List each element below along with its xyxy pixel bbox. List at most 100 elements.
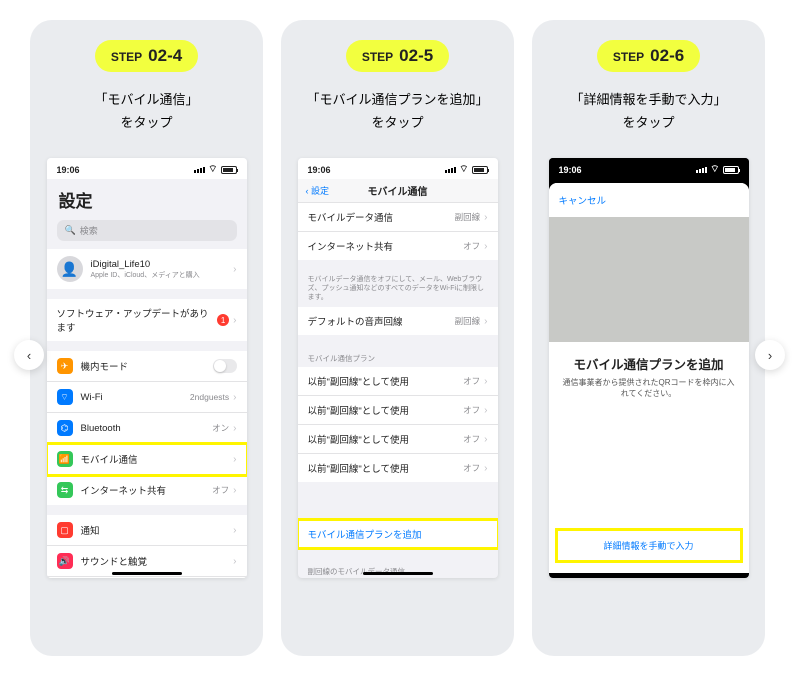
qr-title: モバイル通信プランを追加: [549, 342, 749, 377]
bluetooth-value: オン: [212, 422, 229, 434]
wifi-icon: [710, 163, 719, 176]
step-number: 02-5: [399, 46, 433, 66]
apple-id-row[interactable]: 👤 iDigital_Life10 Apple ID、iCloud、メディアと購…: [47, 249, 247, 289]
carousel-prev[interactable]: ‹: [14, 340, 44, 370]
home-indicator: [363, 572, 433, 575]
chevron-icon: ›: [233, 525, 236, 536]
plan-label: 以前"副回線"として使用: [308, 374, 464, 388]
chevron-icon: ›: [233, 315, 236, 326]
step-instruction: 「モバイル通信」 をタップ: [94, 88, 198, 140]
add-plan-label: モバイル通信プランを追加: [308, 527, 488, 541]
default-voice-label: デフォルトの音声回線: [308, 314, 455, 328]
plan-row[interactable]: 以前"副回線"として使用 オフ ›: [298, 454, 498, 482]
mobile-data-row[interactable]: モバイルデータ通信 副回線 ›: [298, 203, 498, 232]
badge-count: 1: [217, 314, 229, 326]
hotspot-row[interactable]: ⇆ インターネット共有 オフ ›: [47, 475, 247, 505]
step-card-02-4: STEP 02-4 「モバイル通信」 をタップ 19:06 設定 🔍 検索: [30, 20, 263, 656]
default-voice-value: 副回線: [455, 315, 481, 327]
apple-id-name: iDigital_Life10: [91, 259, 234, 270]
airplane-toggle[interactable]: [213, 359, 237, 373]
hotspot-label: インターネット共有: [81, 483, 213, 497]
apple-id-sub: Apple ID、iCloud、メディアと購入: [91, 270, 234, 280]
signal-icon: [445, 167, 456, 173]
chevron-icon: ›: [484, 434, 487, 445]
chevron-icon: ›: [484, 405, 487, 416]
nav-title: モバイル通信: [298, 183, 498, 198]
manual-entry-button[interactable]: 詳細情報を手動で入力: [557, 530, 741, 561]
instruction-line2: をタップ: [306, 111, 488, 134]
wifi-label: Wi-Fi: [81, 392, 190, 403]
step-label: STEP: [362, 50, 393, 64]
status-icons: [696, 163, 738, 176]
plan-row[interactable]: 以前"副回線"として使用 オフ ›: [298, 425, 498, 454]
hotspot-value: オフ: [463, 240, 480, 252]
bluetooth-row[interactable]: ⌬ Bluetooth オン ›: [47, 413, 247, 444]
sounds-label: サウンドと触覚: [81, 554, 234, 568]
cancel-button[interactable]: キャンセル: [549, 183, 749, 217]
airplane-label: 機内モード: [81, 359, 213, 373]
plan-row[interactable]: 以前"副回線"として使用 オフ ›: [298, 396, 498, 425]
step-cards: STEP 02-4 「モバイル通信」 をタップ 19:06 設定 🔍 検索: [0, 0, 799, 676]
software-update-row[interactable]: ソフトウェア・アップデートがあります 1 ›: [47, 299, 247, 341]
hotspot-row[interactable]: インターネット共有 オフ ›: [298, 232, 498, 260]
status-bar: 19:06: [549, 158, 749, 179]
airplane-row[interactable]: ✈ 機内モード: [47, 351, 247, 382]
notifications-icon: ▢: [57, 522, 73, 538]
default-voice-row[interactable]: デフォルトの音声回線 副回線 ›: [298, 307, 498, 335]
plan-value: オフ: [463, 433, 480, 445]
plan-label: 以前"副回線"として使用: [308, 461, 464, 475]
sounds-icon: 🔊: [57, 553, 73, 569]
usage-header: 副回線のモバイルデータ通信: [298, 558, 498, 578]
plan-row[interactable]: 以前"副回線"として使用 オフ ›: [298, 367, 498, 396]
status-time: 19:06: [57, 165, 80, 175]
hotspot-value: オフ: [212, 484, 229, 496]
step-label: STEP: [613, 50, 644, 64]
search-placeholder: 検索: [80, 224, 98, 237]
step-badge: STEP 02-5: [346, 40, 449, 72]
status-time: 19:06: [559, 165, 582, 175]
phone-screenshot-qr: 19:06 キャンセル モバイル通信プランを追加 通信事業者から提供されたQRコ…: [549, 158, 749, 578]
signal-icon: [194, 167, 205, 173]
search-field[interactable]: 🔍 検索: [57, 220, 237, 241]
home-indicator: [112, 572, 182, 575]
update-label: ソフトウェア・アップデートがあります: [57, 306, 218, 334]
status-icons: [445, 163, 487, 176]
step-number: 02-4: [148, 46, 182, 66]
mobile-data-description: モバイルデータ通信をオフにして、メール、Webブラウズ、プッシュ通知などのすべて…: [298, 270, 498, 307]
add-plan-row[interactable]: モバイル通信プランを追加: [298, 520, 498, 548]
chevron-icon: ›: [233, 485, 236, 496]
dnd-row[interactable]: ☾ おやすみモード ›: [47, 577, 247, 578]
step-card-02-5: STEP 02-5 「モバイル通信プランを追加」 をタップ 19:06 ‹ 設定…: [281, 20, 514, 656]
phone-screenshot-cellular: 19:06 ‹ 設定 モバイル通信 モバイルデータ通信 副回線 › インター: [298, 158, 498, 578]
step-instruction: 「モバイル通信プランを追加」 をタップ: [306, 88, 488, 140]
wifi-value: 2ndguests: [190, 392, 229, 402]
wifi-icon: [459, 163, 468, 176]
plan-value: オフ: [463, 404, 480, 416]
notifications-row[interactable]: ▢ 通知 ›: [47, 515, 247, 546]
chevron-icon: ›: [233, 392, 236, 403]
plan-label: 以前"副回線"として使用: [308, 403, 464, 417]
instruction-line1: 「モバイル通信」: [94, 88, 198, 111]
search-icon: 🔍: [65, 225, 76, 236]
plans-header: モバイル通信プラン: [298, 345, 498, 367]
phone-screenshot-settings: 19:06 設定 🔍 検索 👤 iDigital_Life10 Apple ID…: [47, 158, 247, 578]
step-badge: STEP 02-4: [95, 40, 198, 72]
chevron-icon: ›: [484, 463, 487, 474]
camera-viewfinder: [549, 217, 749, 342]
instruction-line2: をタップ: [570, 111, 726, 134]
instruction-line1: 「モバイル通信プランを追加」: [306, 88, 488, 111]
mobile-data-label: モバイルデータ通信: [308, 210, 455, 224]
notifications-label: 通知: [81, 523, 234, 537]
plan-label: 以前"副回線"として使用: [308, 432, 464, 446]
chevron-icon: ›: [484, 376, 487, 387]
carousel-next[interactable]: ›: [755, 340, 785, 370]
chevron-icon: ›: [484, 241, 487, 252]
wifi-icon: [208, 163, 217, 176]
wifi-row[interactable]: ⌔ Wi-Fi 2ndguests ›: [47, 382, 247, 413]
airplane-icon: ✈: [57, 358, 73, 374]
cellular-row[interactable]: 📶 モバイル通信 ›: [47, 444, 247, 475]
nav-bar: ‹ 設定 モバイル通信: [298, 179, 498, 203]
hotspot-icon: ⇆: [57, 482, 73, 498]
instruction-line2: をタップ: [94, 111, 198, 134]
cellular-label: モバイル通信: [81, 452, 234, 466]
